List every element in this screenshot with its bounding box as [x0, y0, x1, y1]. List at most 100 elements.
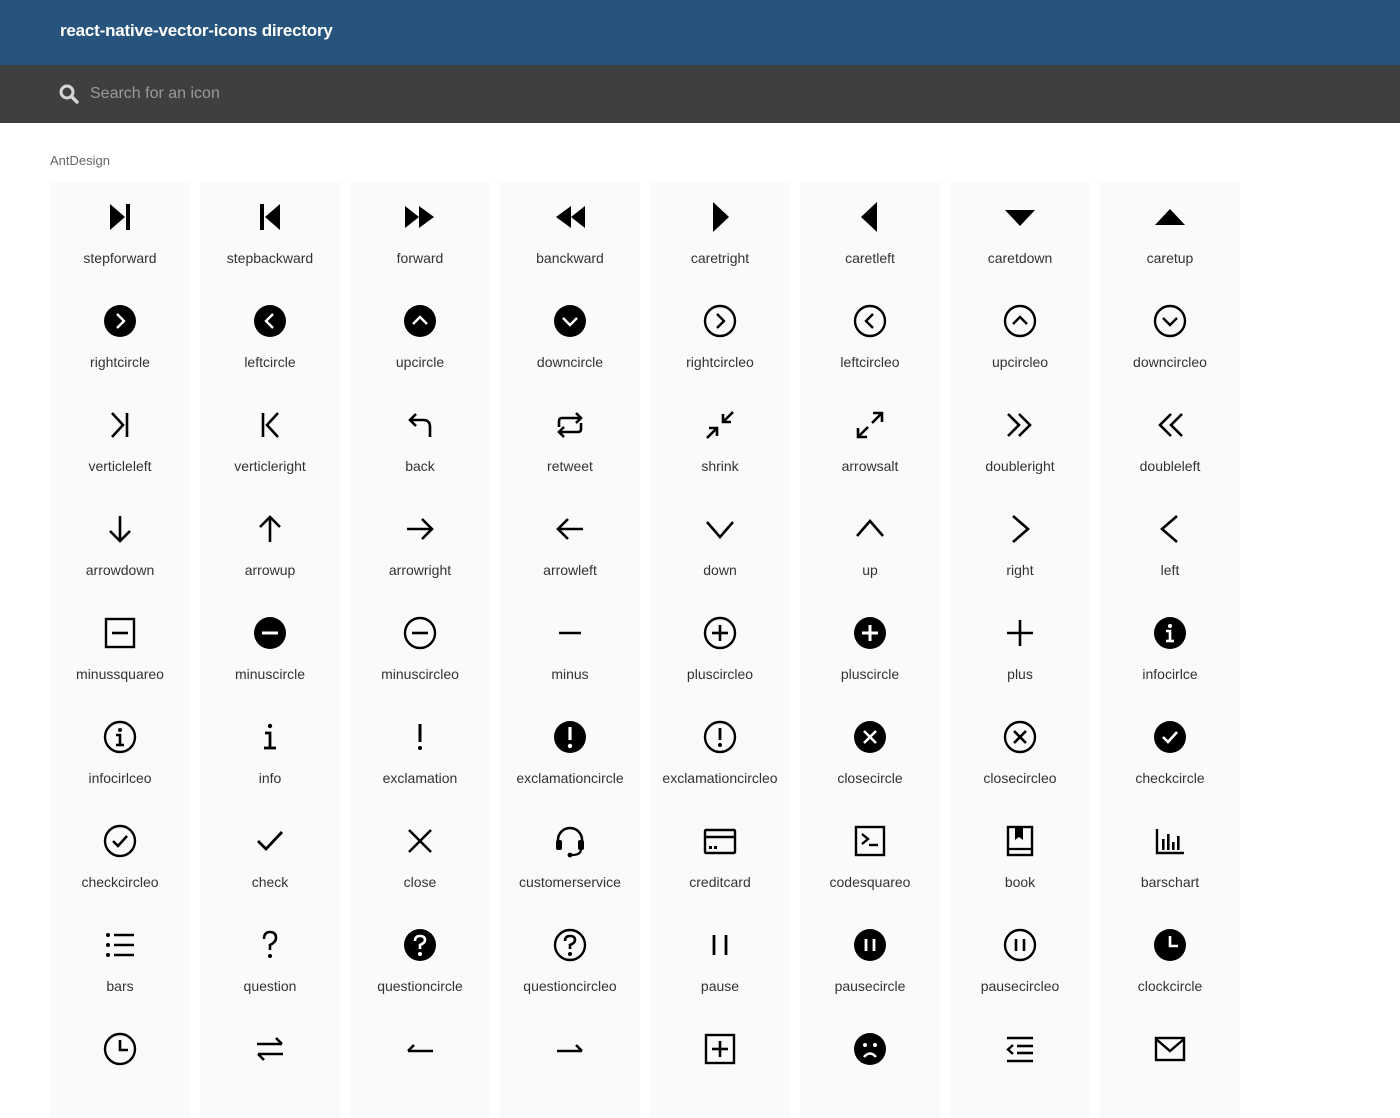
- icon-tile-caretleft[interactable]: caretleft: [800, 182, 940, 286]
- icon-tile-rightcircleo[interactable]: rightcircleo: [650, 286, 790, 390]
- icon-tile-checkcircleo[interactable]: checkcircleo: [50, 806, 190, 910]
- icon-tile-right[interactable]: right: [950, 494, 1090, 598]
- icon-tile-arrowdown[interactable]: arrowdown: [50, 494, 190, 598]
- questioncircle-icon: [404, 929, 436, 961]
- icon-tile-mail[interactable]: [1100, 1014, 1240, 1118]
- icon-tile-questioncircleo[interactable]: questioncircleo: [500, 910, 640, 1014]
- icon-tile-upcircleo[interactable]: upcircleo: [950, 286, 1090, 390]
- icon-tile-book[interactable]: book: [950, 806, 1090, 910]
- app-title[interactable]: react-native-vector-icons directory: [60, 21, 333, 41]
- caretup-icon: [1155, 209, 1185, 225]
- icon-tile-leftcircle[interactable]: leftcircle: [200, 286, 340, 390]
- downcircle-icon: [554, 305, 586, 337]
- icon-tile-rightcircle[interactable]: rightcircle: [50, 286, 190, 390]
- icon-tile-arrowleft[interactable]: arrowleft: [500, 494, 640, 598]
- icon-tile-swap[interactable]: [200, 1014, 340, 1118]
- icon-label: leftcircle: [244, 354, 296, 370]
- icon-tile-frown[interactable]: [800, 1014, 940, 1118]
- icon-tile-pluscircle[interactable]: pluscircle: [800, 598, 940, 702]
- icon-label: caretup: [1146, 250, 1194, 266]
- icon-tile-plus[interactable]: plus: [950, 598, 1090, 702]
- icon-tile-closecircleo[interactable]: closecircleo: [950, 702, 1090, 806]
- icon-tile-forward[interactable]: forward: [350, 182, 490, 286]
- icon-tile-infocircle[interactable]: infocirlce: [1100, 598, 1240, 702]
- icon-tile-minus[interactable]: minus: [500, 598, 640, 702]
- close-icon: [408, 829, 432, 853]
- icon-tile-questioncircle[interactable]: questioncircle: [350, 910, 490, 1014]
- icon-tile-closecircle[interactable]: closecircle: [800, 702, 940, 806]
- icon-tile-arrowsalt[interactable]: arrowsalt: [800, 390, 940, 494]
- icon-label: exclamationcircleo: [662, 770, 778, 786]
- icon-tile-leftcircleo[interactable]: leftcircleo: [800, 286, 940, 390]
- icon-tile-info[interactable]: info: [200, 702, 340, 806]
- icon-tile-left[interactable]: left: [1100, 494, 1240, 598]
- icon-tile-question[interactable]: question: [200, 910, 340, 1014]
- icon-tile-swapleft[interactable]: [350, 1014, 490, 1118]
- icon-tile-creditcard[interactable]: creditcard: [650, 806, 790, 910]
- icon-tile-pausecircle[interactable]: pausecircle: [800, 910, 940, 1014]
- icon-tile-pluscircleo[interactable]: pluscircleo: [650, 598, 790, 702]
- icon-tile-doubleleft[interactable]: doubleleft: [1100, 390, 1240, 494]
- questioncircleo-icon: [553, 928, 587, 962]
- upcircleo-icon: [1003, 304, 1037, 338]
- icon-tile-clockcircleo[interactable]: [50, 1014, 190, 1118]
- icon-tile-swapright[interactable]: [500, 1014, 640, 1118]
- icon-label: arrowleft: [543, 562, 597, 578]
- icon-tile-down[interactable]: down: [650, 494, 790, 598]
- icon-tile-close[interactable]: close: [350, 806, 490, 910]
- icon-tile-up[interactable]: up: [800, 494, 940, 598]
- icon-tile-check[interactable]: check: [200, 806, 340, 910]
- icon-tile-minuscircle[interactable]: minuscircle: [200, 598, 340, 702]
- pausecircleo-icon: [1003, 928, 1037, 962]
- icon-tile-exclamationcircleo[interactable]: exclamationcircleo: [650, 702, 790, 806]
- icon-tile-shrink[interactable]: shrink: [650, 390, 790, 494]
- icon-tile-downcircle[interactable]: downcircle: [500, 286, 640, 390]
- arrowleft-icon: [556, 518, 583, 540]
- icon-tile-exclamationcircle[interactable]: exclamationcircle: [500, 702, 640, 806]
- shrink-icon: [706, 411, 734, 439]
- icon-tile-arrowup[interactable]: arrowup: [200, 494, 340, 598]
- icon-tile-codesquareo[interactable]: codesquareo: [800, 806, 940, 910]
- icon-label: downcircle: [536, 354, 604, 370]
- icon-label: arrowright: [388, 562, 452, 578]
- verticleright-icon: [261, 412, 279, 438]
- icon-tile-pausecircleo[interactable]: pausecircleo: [950, 910, 1090, 1014]
- icon-tile-bars[interactable]: bars: [50, 910, 190, 1014]
- icon-tile-stepbackward[interactable]: stepbackward: [200, 182, 340, 286]
- icon-tile-plussquareo[interactable]: [650, 1014, 790, 1118]
- back-icon: [408, 413, 432, 437]
- icon-tile-checkcircle[interactable]: checkcircle: [1100, 702, 1240, 806]
- icon-tile-clockcircle[interactable]: clockcircle: [1100, 910, 1240, 1014]
- book-icon: [1006, 825, 1034, 857]
- icon-label: bars: [106, 978, 134, 994]
- icon-tile-menufold[interactable]: [950, 1014, 1090, 1118]
- icon-tile-minussquareo[interactable]: minussquareo: [50, 598, 190, 702]
- icon-tile-verticleleft[interactable]: verticleleft: [50, 390, 190, 494]
- icon-tile-barschart[interactable]: barschart: [1100, 806, 1240, 910]
- icon-tile-stepforward[interactable]: stepforward: [50, 182, 190, 286]
- icon-label: exclamationcircle: [516, 770, 624, 786]
- icon-tile-verticleright[interactable]: verticleright: [200, 390, 340, 494]
- icon-tile-exclamation[interactable]: exclamation: [350, 702, 490, 806]
- icon-tile-caretright[interactable]: caretright: [650, 182, 790, 286]
- icon-tile-caretup[interactable]: caretup: [1100, 182, 1240, 286]
- icon-tile-pause[interactable]: pause: [650, 910, 790, 1014]
- icon-tile-downcircleo[interactable]: downcircleo: [1100, 286, 1240, 390]
- right-icon: [1012, 515, 1030, 543]
- icon-tile-arrowright[interactable]: arrowright: [350, 494, 490, 598]
- icon-label: info: [258, 770, 282, 786]
- search-bar: [0, 65, 1400, 123]
- checkcircleo-icon: [103, 824, 137, 858]
- search-input[interactable]: [90, 81, 690, 107]
- icon-tile-caretdown[interactable]: caretdown: [950, 182, 1090, 286]
- icon-tile-customerservice[interactable]: customerservice: [500, 806, 640, 910]
- icon-tile-upcircle[interactable]: upcircle: [350, 286, 490, 390]
- icon-label: pluscircleo: [686, 666, 754, 682]
- icon-tile-retweet[interactable]: retweet: [500, 390, 640, 494]
- icon-tile-infocircleo[interactable]: infocirlceo: [50, 702, 190, 806]
- section-title: AntDesign: [50, 153, 110, 168]
- icon-tile-back[interactable]: back: [350, 390, 490, 494]
- icon-tile-doubleright[interactable]: doubleright: [950, 390, 1090, 494]
- icon-tile-minuscircleo[interactable]: minuscircleo: [350, 598, 490, 702]
- icon-tile-backward[interactable]: banckward: [500, 182, 640, 286]
